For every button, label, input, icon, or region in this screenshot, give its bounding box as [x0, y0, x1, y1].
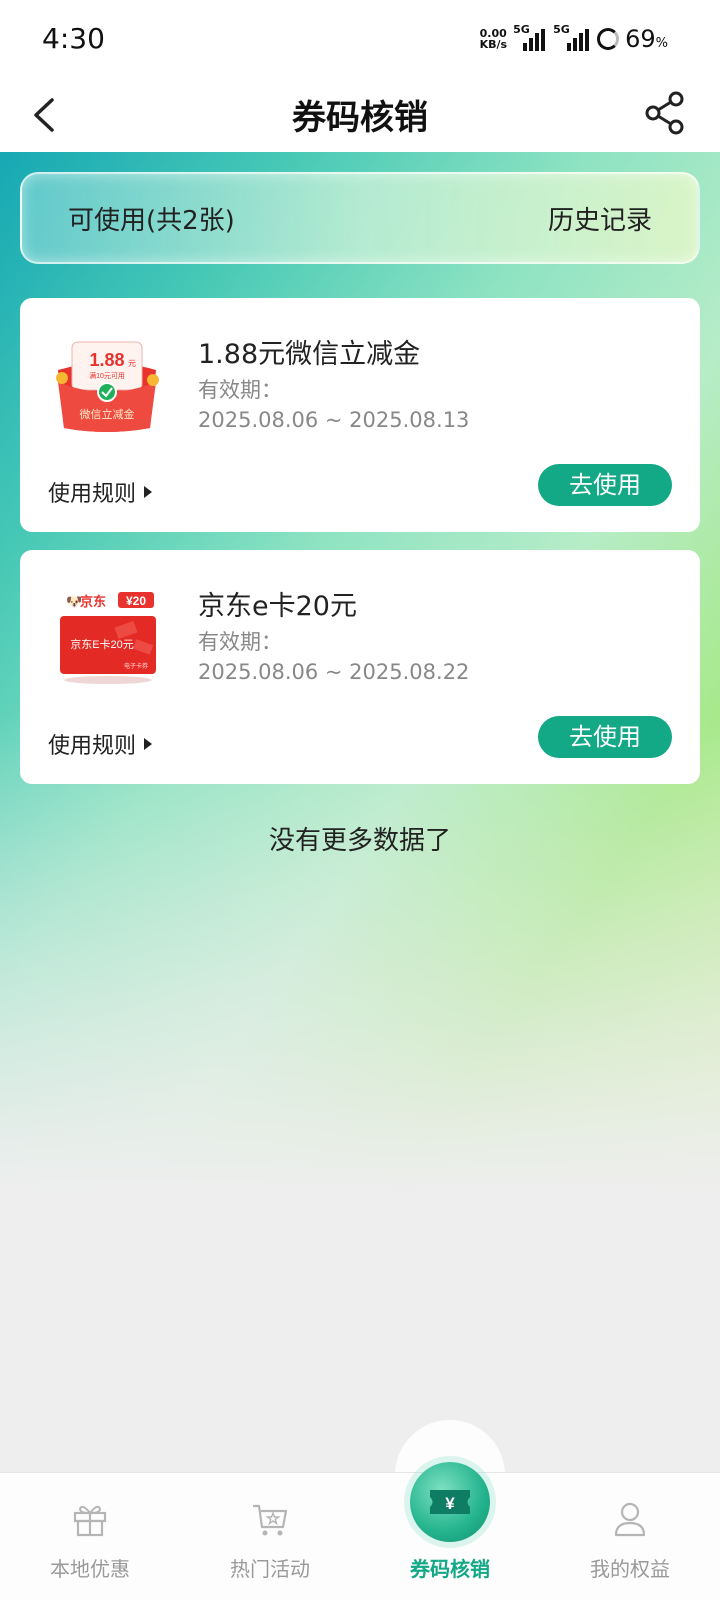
use-button[interactable]: 去使用	[538, 716, 672, 758]
validity-label: 有效期：	[198, 630, 282, 654]
bottom-nav-label: 我的权益	[590, 1557, 670, 1581]
svg-text:微信立减金: 微信立减金	[80, 407, 135, 421]
gift-icon	[73, 1505, 107, 1537]
user-icon	[614, 1502, 646, 1537]
signal-icon: 5G	[553, 23, 591, 51]
svg-text:京东E卡20元: 京东E卡20元	[70, 637, 134, 651]
usage-rules-link[interactable]: 使用规则	[48, 728, 153, 760]
bottom-nav-label: 本地优惠	[50, 1557, 130, 1581]
bottom-nav-label: 热门活动	[230, 1557, 310, 1581]
caret-right-icon	[144, 738, 153, 750]
cart-icon	[253, 1504, 288, 1536]
share-icon	[645, 91, 684, 135]
use-button[interactable]: 去使用	[538, 464, 672, 506]
bottom-nav-label: 券码核销	[410, 1557, 490, 1581]
tab-hot-activities[interactable]: 热门活动	[180, 1473, 360, 1600]
battery-icon	[597, 28, 620, 50]
caret-right-icon	[144, 486, 153, 498]
battery-level: 69%	[625, 25, 668, 53]
svg-text:¥20: ¥20	[126, 594, 146, 608]
ticket-icon: ¥	[430, 1490, 470, 1514]
coupon-redeem-active-button[interactable]: ¥	[410, 1462, 490, 1542]
status-time: 4:30	[42, 22, 105, 55]
coupon-list-area: 可使用(共2张) 历史记录 1.88 元 满10元可用 微信立减金 1.88元微…	[0, 152, 720, 1472]
svg-text:电子卡券: 电子卡券	[124, 662, 148, 670]
usage-rules-link[interactable]: 使用规则	[48, 476, 153, 508]
svg-text:京东: 京东	[80, 594, 106, 609]
filter-bar: 可使用(共2张) 历史记录	[20, 172, 700, 264]
coupon-card[interactable]: 1.88 元 满10元可用 微信立减金 1.88元微信立减金 有效期： 2025…	[20, 298, 700, 532]
status-bar: 4:30 0.00 KB/s 5G 5G 69%	[0, 0, 720, 78]
svg-text:¥: ¥	[445, 1494, 455, 1513]
tab-my-benefits[interactable]: 我的权益	[540, 1473, 720, 1600]
page-title: 券码核销	[292, 98, 428, 138]
validity-range: 2025.08.06 ~ 2025.08.13	[198, 408, 470, 432]
svg-text:元: 元	[128, 359, 136, 368]
coupon-title: 1.88元微信立减金	[198, 339, 421, 370]
tab-available[interactable]: 可使用(共2张)	[68, 200, 235, 237]
validity-range: 2025.08.06 ~ 2025.08.22	[198, 660, 470, 684]
tab-local-deals[interactable]: 本地优惠	[0, 1473, 180, 1600]
tab-history[interactable]: 历史记录	[548, 200, 652, 237]
validity-label: 有效期：	[198, 378, 282, 402]
jd-ecard-thumbnail: 🐶 京东 ¥20 京东E卡20元 电子卡券	[50, 584, 164, 688]
bottom-nav: 本地优惠 热门活动 券码核销 我的权益	[0, 1472, 720, 1600]
wechat-voucher-thumbnail: 1.88 元 满10元可用 微信立减金	[50, 332, 164, 436]
signal-icon: 5G	[513, 23, 547, 51]
nav-bar: 券码核销	[0, 78, 720, 152]
coupon-card[interactable]: 🐶 京东 ¥20 京东E卡20元 电子卡券 京东e卡20元 有效期： 2025.…	[20, 550, 700, 784]
svg-text:满10元可用: 满10元可用	[89, 371, 125, 380]
svg-text:1.88: 1.88	[89, 350, 124, 370]
end-of-list-text: 没有更多数据了	[268, 826, 451, 856]
coupon-title: 京东e卡20元	[198, 591, 357, 622]
network-speed: 0.00 KB/s	[479, 27, 508, 51]
share-button[interactable]	[640, 88, 690, 138]
status-indicators: 0.00 KB/s 5G 5G 69%	[480, 22, 668, 56]
